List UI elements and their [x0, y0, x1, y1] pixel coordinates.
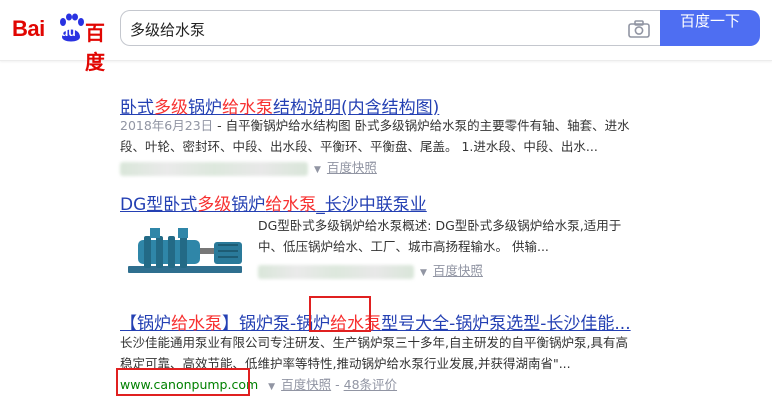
result-1-date: 2018年6月23日: [120, 118, 214, 133]
result-1-abstract-line2: 段、叶轮、密封环、中段、出水段、平衡环、平衡盘、尾盖。 1.进水段、中段、出水.…: [120, 139, 598, 154]
result-1-abstract: 2018年6月23日 - 自平衡锅炉给水结构图 卧式多级锅炉给水泵的主要零件有轴…: [120, 115, 645, 157]
result-1-url-row: ▼ 百度快照: [120, 157, 377, 176]
logo-text-du: du: [61, 25, 76, 39]
result-3-title[interactable]: 【锅炉给水泵】锅炉泵-锅炉给水泵型号大全-锅炉泵选型-长沙佳能...: [120, 309, 631, 334]
search-input[interactable]: 多级给水泵: [130, 19, 205, 40]
chevron-down-icon[interactable]: ▼: [314, 165, 321, 175]
result-3-reviews[interactable]: 48条评价: [344, 377, 397, 392]
result-3-abstract-line1: 长沙佳能通用泵业有限公司专注研发、生产锅炉泵三十多年,自主研发的自平衡锅炉泵,具…: [120, 335, 628, 350]
result-2-abstract: DG型卧式多级锅炉给水泵概述: DG型卧式多级锅炉给水泵,适用于 中、低压锅炉给…: [258, 215, 653, 257]
chevron-down-icon[interactable]: ▼: [420, 268, 427, 278]
pump-thumbnail[interactable]: [120, 216, 250, 288]
result-3-snapshot[interactable]: 百度快照: [281, 377, 331, 392]
blurred-url: [120, 161, 308, 176]
baidu-logo[interactable]: Bai du 百度: [12, 10, 112, 74]
logo-text-baidu-cn: 百度: [85, 21, 105, 74]
chevron-down-icon[interactable]: ▼: [268, 382, 275, 392]
separator: -: [335, 377, 340, 392]
result-1-snapshot[interactable]: 百度快照: [327, 160, 377, 175]
top-bar: Bai du 百度 多级给水泵 百度一下: [0, 0, 772, 74]
logo-text-bai: Bai: [12, 16, 45, 41]
result-2-abstract-line1: DG型卧式多级锅炉给水泵概述: DG型卧式多级锅炉给水泵,适用于: [258, 218, 622, 233]
annotation-box-title: [309, 296, 371, 332]
result-2-snapshot[interactable]: 百度快照: [433, 263, 483, 278]
search-button[interactable]: 百度一下: [660, 10, 760, 46]
annotation-box-url: [116, 368, 250, 396]
camera-icon[interactable]: [628, 20, 650, 38]
result-2-abstract-line2: 中、低压锅炉给水、工厂、城市高扬程输水。 供输...: [258, 239, 549, 254]
result-2-title[interactable]: DG型卧式多级锅炉给水泵_长沙中联泵业: [120, 190, 427, 215]
result-2-url-row: ▼ 百度快照: [258, 260, 483, 279]
search-box[interactable]: 多级给水泵: [120, 10, 660, 46]
result-1-abstract-line1: - 自平衡锅炉给水结构图 卧式多级锅炉给水泵的主要零件有轴、轴套、进水: [213, 118, 630, 133]
blurred-url: [258, 264, 414, 279]
